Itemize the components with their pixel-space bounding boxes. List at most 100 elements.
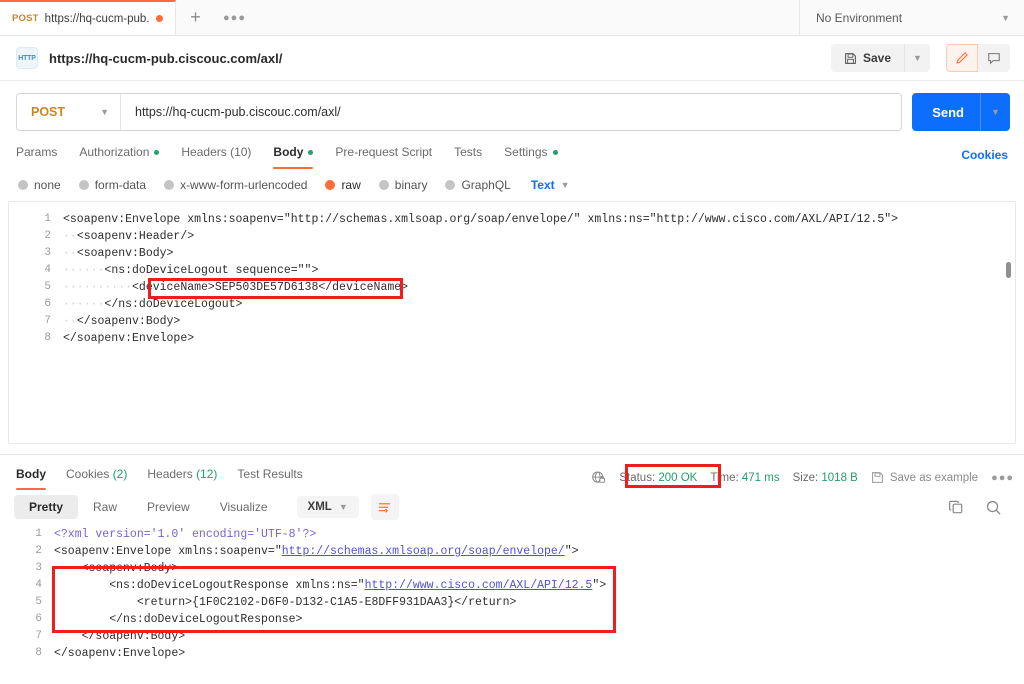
- chevron-down-icon: ▼: [1001, 12, 1010, 23]
- body-type-label: form-data: [94, 178, 147, 192]
- code-line: <soapenv:Envelope xmlns:soapenv="http://…: [63, 213, 899, 226]
- response-tab-label: Body: [16, 467, 46, 481]
- globe-lock-icon[interactable]: [591, 470, 606, 485]
- word-wrap-icon: [379, 502, 391, 513]
- vertical-scrollbar[interactable]: [1006, 262, 1011, 278]
- url-input[interactable]: [121, 94, 902, 130]
- namespace-link[interactable]: http://schemas.xmlsoap.org/soap/envelope…: [282, 545, 565, 558]
- tab-label: Pre-request Script: [335, 145, 433, 159]
- environment-label: No Environment: [816, 10, 903, 25]
- body-type-label: none: [34, 178, 61, 192]
- response-tab-headers[interactable]: Headers (12): [147, 465, 217, 490]
- code-line: </soapenv:Envelope>: [63, 332, 195, 345]
- page-title: https://hq-cucm-pub.ciscouc.com/axl/: [49, 50, 283, 66]
- send-button-label: Send: [932, 104, 964, 120]
- tab-pre-request-script[interactable]: Pre-request Script: [335, 141, 432, 169]
- raw-format-selector[interactable]: Text ▼: [531, 178, 570, 192]
- tab-strip: POST https://hq-cucm-pub. + ●●● No Envir…: [0, 0, 1024, 36]
- response-tab-label: Test Results: [237, 467, 303, 481]
- send-button[interactable]: Send ▼: [912, 93, 1010, 131]
- body-type-urlencoded[interactable]: x-www-form-urlencoded: [164, 178, 307, 192]
- response-tab-count: (12): [196, 467, 218, 481]
- environment-selector[interactable]: No Environment ▼: [799, 0, 1024, 35]
- response-tab-cookies[interactable]: Cookies (2): [66, 465, 127, 490]
- code-line: ··</soapenv:Body>: [63, 315, 181, 328]
- line-number: 8: [44, 332, 51, 344]
- body-type-graphql[interactable]: GraphQL: [445, 178, 511, 192]
- body-type-binary[interactable]: binary: [378, 178, 427, 192]
- save-as-example-button[interactable]: Save as example: [871, 471, 978, 484]
- code-line: ··<soapenv:Header/>: [63, 230, 195, 243]
- code-line: <?xml version='1.0' encoding='UTF-8'?>: [54, 528, 317, 541]
- tab-label: Settings: [504, 145, 548, 159]
- tab-label: Headers (10): [181, 145, 252, 159]
- cookies-link[interactable]: Cookies: [961, 148, 1008, 162]
- edit-request-button[interactable]: [946, 44, 978, 72]
- size-label: Size:: [792, 471, 819, 484]
- tab-settings[interactable]: Settings: [504, 141, 558, 169]
- tab-label: Params: [16, 145, 58, 159]
- body-type-options: none form-data x-www-form-urlencoded raw…: [0, 169, 1024, 192]
- body-type-label: GraphQL: [461, 178, 511, 192]
- body-type-none[interactable]: none: [18, 178, 61, 192]
- save-options-button[interactable]: ▼: [904, 44, 930, 72]
- chevron-down-icon: ▼: [913, 53, 922, 63]
- save-button-label: Save: [862, 51, 891, 65]
- request-url-row: POST ▼ Send ▼: [0, 81, 1024, 131]
- tab-options-button[interactable]: ●●●: [215, 0, 254, 35]
- size-value: 1018 B: [821, 471, 858, 484]
- tab-body[interactable]: Body: [273, 141, 314, 169]
- response-tab-body[interactable]: Body: [16, 465, 46, 490]
- status-value: 200 OK: [658, 471, 698, 484]
- format-raw[interactable]: Raw: [78, 495, 132, 519]
- line-number: 2: [35, 545, 42, 557]
- body-type-label: raw: [341, 178, 361, 192]
- code-line: ······<ns:doDeviceLogout sequence="">: [63, 264, 319, 277]
- format-pretty[interactable]: Pretty: [14, 495, 79, 519]
- request-code-lines: <soapenv:Envelope xmlns:soapenv="http://…: [63, 211, 1015, 347]
- body-type-raw[interactable]: raw: [325, 178, 361, 192]
- code-line: </soapenv:Envelope>: [54, 647, 186, 660]
- word-wrap-button[interactable]: [370, 494, 399, 520]
- body-type-label: x-www-form-urlencoded: [180, 178, 308, 192]
- tab-authorization[interactable]: Authorization: [79, 141, 160, 169]
- response-language-selector[interactable]: XML ▼: [296, 496, 359, 518]
- modified-dot-icon: [154, 149, 160, 155]
- tab-headers[interactable]: Headers (10): [181, 141, 251, 169]
- format-visualize[interactable]: Visualize: [205, 495, 283, 519]
- http-protocol-icon: HTTP: [16, 47, 38, 69]
- save-button[interactable]: Save: [830, 44, 904, 72]
- postman-window: POST https://hq-cucm-pub. + ●●● No Envir…: [0, 0, 1024, 684]
- namespace-link[interactable]: http://www.cisco.com/AXL/API/12.5: [365, 579, 593, 592]
- code-line: ······</ns:doDeviceLogout>: [63, 298, 243, 311]
- body-type-form-data[interactable]: form-data: [78, 178, 147, 192]
- request-body-editor[interactable]: 1 2 3 4 5 6 7 8 <soapenv:Envelope xmlns:soapenv…: [8, 201, 1016, 444]
- search-icon[interactable]: [985, 499, 1002, 516]
- floppy-disk-icon: [845, 52, 856, 64]
- request-tab[interactable]: POST https://hq-cucm-pub.: [0, 0, 176, 35]
- response-code-lines: <?xml version='1.0' encoding='UTF-8'?> <s…: [54, 526, 1024, 662]
- comment-icon: [988, 53, 1000, 65]
- line-number: 4: [35, 579, 42, 591]
- radio-icon: [164, 180, 175, 190]
- line-number: 1: [44, 213, 51, 225]
- response-more-button[interactable]: ●●●: [991, 472, 1014, 484]
- method-selector[interactable]: POST ▼: [17, 94, 121, 130]
- comment-button[interactable]: [978, 44, 1010, 72]
- response-header: Body Cookies (2) Headers (12) Test Resul…: [0, 455, 1024, 490]
- line-number: 8: [35, 647, 42, 659]
- copy-icon[interactable]: [948, 499, 965, 516]
- chevron-down-icon: ▼: [338, 502, 348, 512]
- line-number: 7: [44, 315, 51, 327]
- tab-params[interactable]: Params: [16, 141, 57, 169]
- response-body-viewer[interactable]: 1 2 3 4 5 6 7 8 <?xml version='1.0' encoding='U…: [0, 526, 1024, 666]
- new-tab-button[interactable]: +: [175, 0, 216, 35]
- time-label: Time:: [710, 471, 739, 484]
- format-preview[interactable]: Preview: [132, 495, 205, 519]
- size-badge: Size: 1018 B: [793, 472, 858, 484]
- response-tab-count: (2): [112, 467, 128, 481]
- send-options-button[interactable]: ▼: [980, 93, 1010, 131]
- response-language-label: XML: [307, 501, 332, 513]
- response-tab-test-results[interactable]: Test Results: [237, 465, 302, 490]
- tab-tests[interactable]: Tests: [454, 141, 482, 169]
